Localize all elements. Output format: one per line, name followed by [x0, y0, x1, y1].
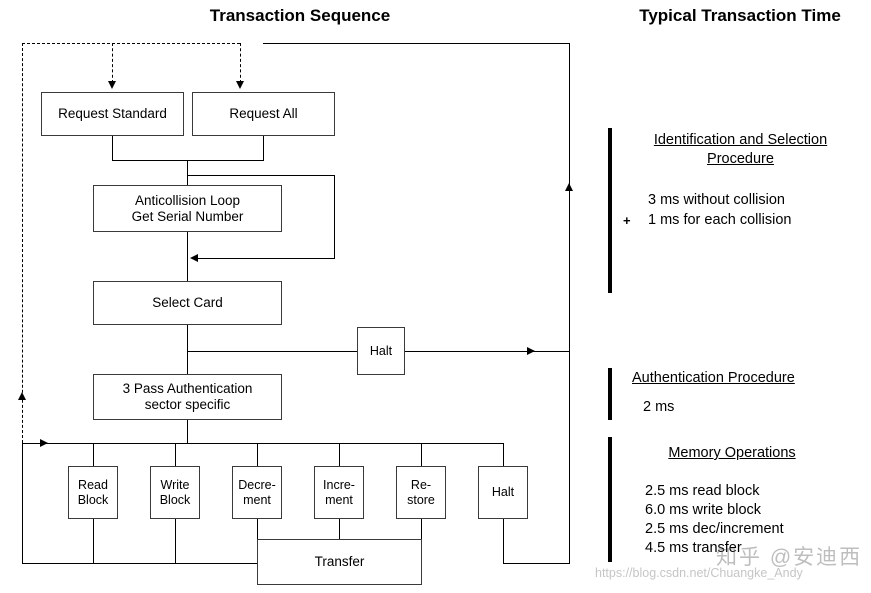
- box-restore-label-line1: Re-: [410, 477, 432, 492]
- line-anticollision-to-select: [187, 232, 189, 281]
- box-decrement-label-line1: Decre-: [238, 477, 276, 492]
- arrow-bus-entry: [40, 439, 48, 447]
- box-decrement-label-line2: ment: [243, 492, 271, 507]
- line-select-to-auth: [187, 325, 189, 374]
- box-write-block[interactable]: Write Block: [150, 466, 200, 519]
- box-request-all[interactable]: Request All: [192, 92, 335, 136]
- arrow-into-request-all: [236, 81, 244, 89]
- line-right-rail-top: [263, 43, 570, 45]
- line-anticollision-loop-top: [187, 175, 335, 177]
- box-read-block[interactable]: Read Block: [68, 466, 118, 519]
- dashed-return-line-top: [22, 43, 240, 44]
- section-heading-identification-line2: Procedure: [707, 150, 774, 167]
- timing-row-identification-0: 3 ms without collision: [648, 192, 785, 208]
- watermark-url: https://blog.csdn.net/Chuangke_Andy: [595, 566, 803, 580]
- box-3-pass-authentication-label-line2: sector specific: [144, 397, 231, 412]
- box-increment-label-line2: ment: [325, 492, 353, 507]
- box-write-block-label-line2: Block: [159, 492, 191, 507]
- section-heading-authentication-line1: Authentication Procedure: [632, 370, 795, 386]
- line-anticollision-loop-right: [334, 175, 336, 258]
- box-increment[interactable]: Incre- ment: [314, 466, 364, 519]
- line-right-rail-vertical: [569, 43, 571, 564]
- dashed-branch-request-all: [240, 43, 241, 83]
- box-anticollision-loop-label-line2: Get Serial Number: [131, 208, 244, 224]
- line-bus-to-restore: [421, 443, 423, 466]
- box-restore[interactable]: Re- store: [396, 466, 446, 519]
- box-transfer[interactable]: Transfer: [257, 539, 422, 585]
- box-decrement[interactable]: Decre- ment: [232, 466, 282, 519]
- box-request-all-label: Request All: [229, 106, 298, 122]
- line-bus-to-write-block: [175, 443, 177, 466]
- line-auth-to-bus: [187, 420, 189, 443]
- box-request-standard[interactable]: Request Standard: [41, 92, 184, 136]
- box-transfer-label: Transfer: [314, 554, 365, 570]
- line-anticollision-loop-bottom: [194, 258, 335, 260]
- box-read-block-label-line1: Read: [78, 477, 108, 492]
- box-write-block-label-line1: Write: [160, 477, 190, 492]
- section-heading-identification-line1: Identification and Selection: [653, 132, 828, 148]
- box-anticollision-loop-label-line1: Anticollision Loop: [134, 192, 241, 208]
- box-anticollision-loop[interactable]: Anticollision Loop Get Serial Number: [93, 185, 282, 232]
- section-heading-identification: Identification and Selection Procedure: [628, 131, 853, 169]
- section-bar-authentication: [608, 368, 612, 420]
- line-write-block-down: [175, 519, 177, 563]
- line-increment-to-transfer: [339, 519, 341, 539]
- arrow-anticollision-loop-return: [190, 254, 198, 262]
- timing-row-memory-0: 2.5 ms read block: [645, 483, 760, 499]
- arrow-into-request-standard: [108, 81, 116, 89]
- line-bus-to-increment: [339, 443, 341, 466]
- line-read-block-down: [93, 519, 95, 563]
- line-bottom-return-vertical: [22, 443, 24, 564]
- line-merge-to-anticollision: [187, 160, 189, 185]
- dashed-branch-request-standard: [112, 43, 113, 83]
- diagram-canvas: Transaction Sequence Typical Transaction…: [0, 0, 871, 593]
- line-restore-to-transfer: [421, 519, 423, 539]
- page-title-transaction-sequence: Transaction Sequence: [209, 6, 391, 25]
- box-3-pass-authentication[interactable]: 3 Pass Authentication sector specific: [93, 374, 282, 420]
- arrow-halt-mid-to-right-rail: [527, 347, 535, 355]
- box-select-card-label: Select Card: [152, 295, 223, 311]
- timing-row-authentication-0: 2 ms: [643, 399, 675, 415]
- line-decrement-to-transfer: [257, 519, 259, 539]
- timing-row-memory-1: 6.0 ms write block: [645, 502, 762, 518]
- box-3-pass-authentication-label-line1: 3 Pass Authentication: [122, 381, 253, 397]
- box-halt-mid[interactable]: Halt: [357, 327, 405, 375]
- line-halt-bottom-down: [503, 519, 505, 563]
- plus-sign-identification: +: [623, 213, 631, 228]
- line-bottom-return-horizontal: [22, 563, 258, 565]
- box-halt-mid-label: Halt: [369, 343, 393, 358]
- line-request-standard-down: [112, 136, 114, 160]
- line-bus-to-decrement: [257, 443, 259, 466]
- line-halt-mid-to-right-rail: [405, 351, 570, 353]
- page-title-typical-transaction-time: Typical Transaction Time: [639, 6, 841, 25]
- section-heading-authentication: Authentication Procedure: [632, 369, 832, 388]
- box-request-standard-label: Request Standard: [58, 106, 167, 122]
- section-heading-memory-line1: Memory Operations: [668, 445, 796, 461]
- line-bus-to-halt-bottom: [503, 443, 505, 466]
- box-halt-bottom-label: Halt: [491, 485, 515, 500]
- box-increment-label-line1: Incre-: [323, 477, 355, 492]
- timing-row-memory-2: 2.5 ms dec/increment: [645, 521, 784, 537]
- box-restore-label-line2: store: [407, 492, 435, 507]
- line-bus-to-read-block: [93, 443, 95, 466]
- dashed-return-line-vertical: [22, 43, 23, 443]
- line-request-all-down: [263, 136, 265, 160]
- arrow-right-rail-up: [565, 183, 573, 191]
- section-bar-identification: [608, 128, 612, 293]
- section-bar-memory: [608, 437, 612, 562]
- line-halt-bottom-return: [503, 563, 570, 565]
- arrow-up-dashed-return: [18, 392, 26, 400]
- timing-row-identification-1: 1 ms for each collision: [648, 212, 792, 228]
- section-heading-memory: Memory Operations: [632, 444, 832, 463]
- line-select-to-halt-mid: [187, 351, 357, 353]
- box-halt-bottom[interactable]: Halt: [478, 466, 528, 519]
- box-read-block-label-line2: Block: [77, 492, 109, 507]
- box-select-card[interactable]: Select Card: [93, 281, 282, 325]
